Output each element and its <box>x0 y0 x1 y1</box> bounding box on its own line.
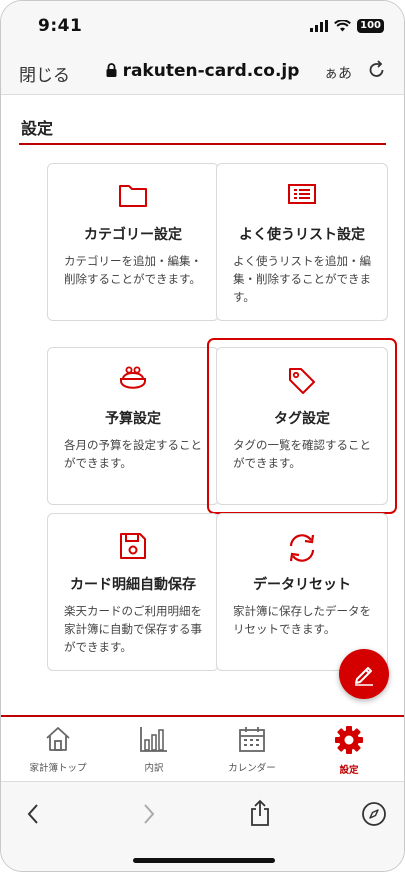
card-title: カテゴリー設定 <box>84 227 182 243</box>
calendar-icon <box>239 727 265 752</box>
card-description: 楽天カードのご利用明細を家計簿に自動で保存する事ができます。 <box>64 604 202 654</box>
phone-frame: 9:41 100 閉じる rakuten-card.co.jp ぁあ 設定 カテ… <box>0 0 405 872</box>
battery-icon: 100 <box>357 19 384 33</box>
pencil-icon <box>355 667 373 686</box>
status-bar: 9:41 100 <box>1 1 404 51</box>
save-icon <box>120 533 146 559</box>
tag-icon <box>289 368 315 394</box>
domain-text: rakuten-card.co.jp <box>122 61 300 81</box>
browser-url-bar: 閉じる rakuten-card.co.jp ぁあ <box>1 51 404 95</box>
signal-icon <box>310 20 329 32</box>
status-indicators: 100 <box>310 19 384 33</box>
reload-icon[interactable] <box>368 60 386 80</box>
card-card-statement-autosave[interactable]: カード明細自動保存 楽天カードのご利用明細を家計簿に自動で保存する事ができます。 <box>47 513 219 671</box>
bottom-nav: 家計簿トップ 内訳 カレンダー 設定 <box>1 715 404 781</box>
nav-item-settings[interactable]: 設定 <box>304 725 394 776</box>
reset-icon <box>289 534 315 562</box>
status-time: 9:41 <box>38 16 83 36</box>
card-title: データリセット <box>253 577 351 593</box>
card-budget-settings[interactable]: 予算設定 各月の予算を設定することができます。 <box>47 347 219 505</box>
nav-label: 家計簿トップ <box>29 763 87 774</box>
share-icon[interactable] <box>249 799 271 827</box>
gear-icon <box>335 726 363 754</box>
card-description: 各月の予算を設定することができます。 <box>64 438 202 470</box>
card-title: よく使うリスト設定 <box>239 227 365 243</box>
card-description: タグの一覧を確認することができます。 <box>233 438 371 470</box>
page-title: 設定 <box>21 119 54 138</box>
compass-icon[interactable] <box>361 801 387 827</box>
nav-label: 内訳 <box>144 763 164 774</box>
card-description: よく使うリストを追加・編集・削除することができます。 <box>233 254 371 304</box>
title-divider <box>19 143 386 145</box>
nav-item-breakdown[interactable]: 内訳 <box>109 725 199 774</box>
bar-chart-icon <box>140 727 167 752</box>
wifi-icon <box>334 20 352 32</box>
card-title: タグ設定 <box>274 411 330 427</box>
card-description: 家計簿に保存したデータをリセットできます。 <box>233 604 371 636</box>
card-favorite-list-settings[interactable]: よく使うリスト設定 よく使うリストを追加・編集・削除することができます。 <box>216 163 388 321</box>
card-data-reset[interactable]: データリセット 家計簿に保存したデータをリセットできます。 <box>216 513 388 671</box>
nav-label: 設定 <box>339 765 359 776</box>
card-title: 予算設定 <box>105 411 161 427</box>
lock-icon <box>106 63 117 77</box>
folder-icon <box>119 185 147 207</box>
home-icon <box>46 727 70 751</box>
home-indicator <box>133 858 275 863</box>
browser-toolbar <box>1 781 404 871</box>
nav-item-calendar[interactable]: カレンダー <box>207 725 297 774</box>
coin-purse-icon <box>120 366 146 389</box>
card-title: カード明細自動保存 <box>70 577 196 593</box>
text-size-button[interactable]: ぁあ <box>324 63 352 83</box>
card-description: カテゴリーを追加・編集・削除することができます。 <box>64 254 202 286</box>
nav-item-household-top[interactable]: 家計簿トップ <box>13 725 103 774</box>
card-category-settings[interactable]: カテゴリー設定 カテゴリーを追加・編集・削除することができます。 <box>47 163 219 321</box>
forward-arrow-icon[interactable] <box>141 802 157 826</box>
card-tag-settings[interactable]: タグ設定 タグの一覧を確認することができます。 <box>207 338 397 514</box>
back-arrow-icon[interactable] <box>25 802 41 826</box>
list-icon <box>288 184 316 204</box>
edit-fab-button[interactable] <box>339 649 389 699</box>
nav-label: カレンダー <box>228 763 276 774</box>
